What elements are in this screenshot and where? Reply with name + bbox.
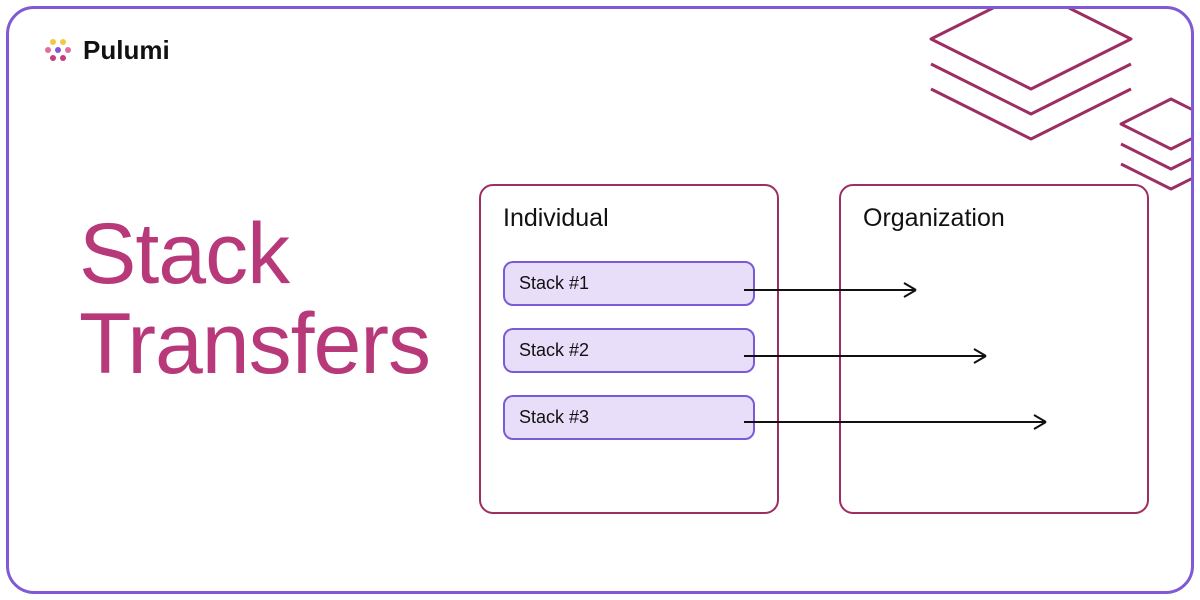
stack-label: Stack #2 [519,340,589,360]
pulumi-logo-icon [43,36,73,66]
stack-item: Stack #1 [503,261,755,306]
arrow-icon [744,412,1054,432]
arrow-icon [744,280,924,300]
transfer-diagram: Individual Stack #1 Stack #2 Stack #3 Or… [479,184,1179,584]
page-title: Stack Transfers [79,209,430,390]
source-label: Individual [503,204,755,233]
title-line-2: Transfers [79,299,430,389]
card-frame: Pulumi Stack Transfers Individual Stack … [6,6,1194,594]
stack-label: Stack #1 [519,273,589,293]
title-line-1: Stack [79,209,430,299]
target-label: Organization [863,204,1125,233]
source-box: Individual Stack #1 Stack #2 Stack #3 [479,184,779,514]
stack-item: Stack #2 [503,328,755,373]
arrow-icon [744,346,994,366]
stack-item: Stack #3 [503,395,755,440]
brand-logo: Pulumi [43,35,170,66]
brand-name: Pulumi [83,35,170,66]
stack-label: Stack #3 [519,407,589,427]
